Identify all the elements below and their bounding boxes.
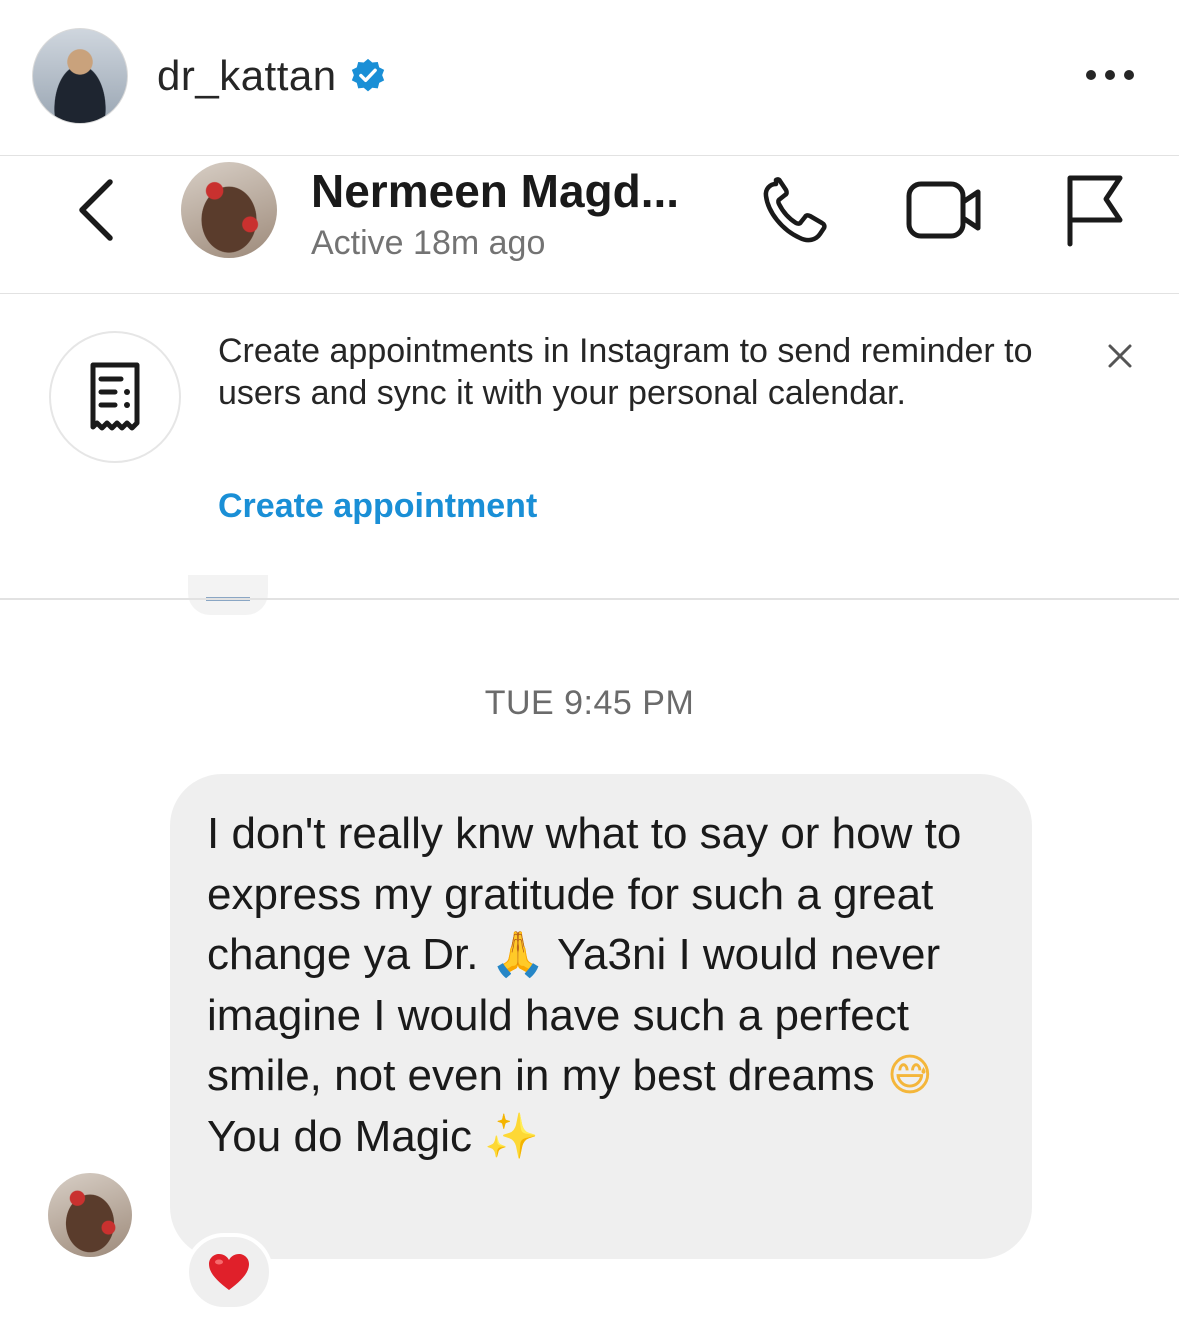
receipt-icon-circle <box>49 331 181 463</box>
message-bubble[interactable]: I don't really knw what to say or how to… <box>170 774 1032 1259</box>
receipt-icon <box>90 362 140 431</box>
appointment-banner: Create appointments in Instagram to send… <box>0 294 1179 599</box>
heart-icon <box>209 1254 249 1290</box>
flag-icon[interactable] <box>1058 172 1128 248</box>
previous-message-peek <box>188 575 268 615</box>
chat-header: Nermeen Magd... Active 18m ago <box>0 156 1179 294</box>
banner-text: Create appointments in Instagram to send… <box>218 332 1033 412</box>
more-horizontal-icon[interactable] <box>1086 60 1142 90</box>
pray-emoji-icon: 🙏 <box>490 929 546 980</box>
post-header: dr_kattan <box>0 0 1179 155</box>
username[interactable]: dr_kattan <box>157 52 337 100</box>
divider <box>0 598 1179 600</box>
message-reaction[interactable] <box>185 1233 273 1311</box>
post-user: dr_kattan <box>157 50 387 102</box>
verified-badge-icon <box>351 58 384 92</box>
create-appointment-link[interactable]: Create appointment <box>218 487 537 526</box>
contact-status: Active 18m ago <box>311 224 546 262</box>
close-icon[interactable] <box>1102 338 1138 374</box>
profile-avatar[interactable] <box>32 28 128 124</box>
sender-avatar[interactable] <box>48 1173 132 1257</box>
message-text-part: You do Magic <box>207 1111 485 1161</box>
phone-icon[interactable] <box>758 176 836 248</box>
chevron-left-icon[interactable] <box>72 176 122 244</box>
sparkles-emoji-icon: ✨ <box>484 1110 540 1162</box>
contact-avatar[interactable] <box>181 162 277 258</box>
message-timestamp: TUE 9:45 PM <box>484 684 695 722</box>
contact-name[interactable]: Nermeen Magd... <box>311 164 679 218</box>
message-text: I don't really knw what to say or how to… <box>207 804 1007 1167</box>
sweat-smile-emoji-icon: 😅 <box>886 1050 933 1101</box>
video-icon[interactable] <box>904 178 986 242</box>
